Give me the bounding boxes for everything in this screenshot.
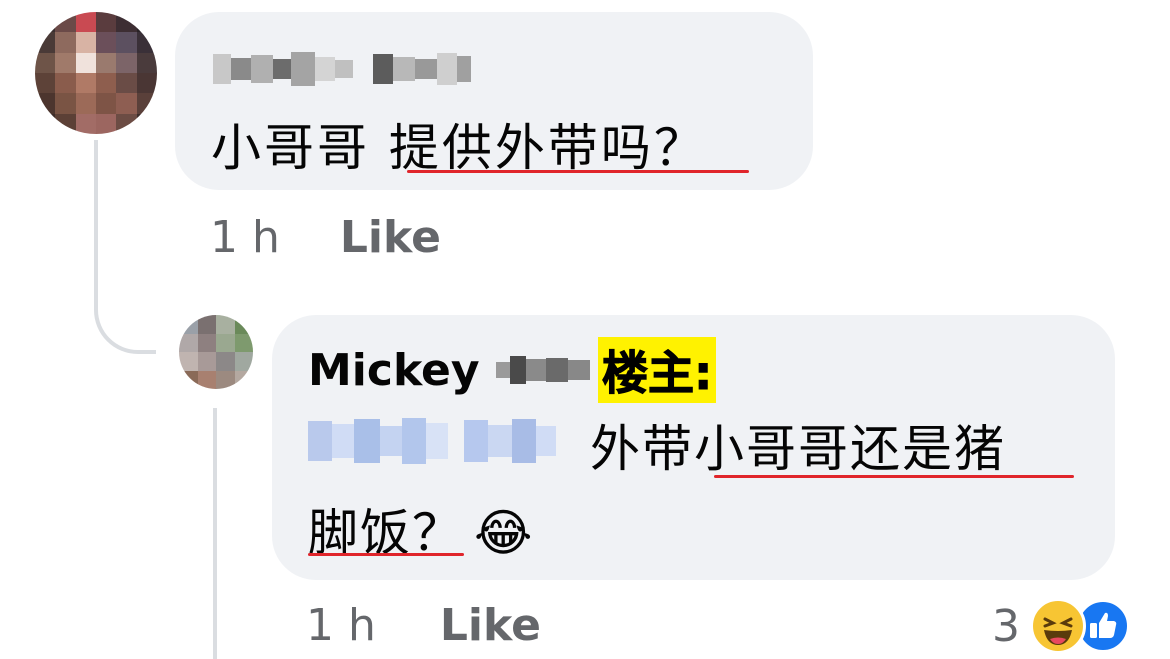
laughing-reaction-icon	[1030, 598, 1086, 654]
replier-lastname-blurred[interactable]	[496, 355, 590, 385]
comment-time[interactable]: 1 h	[210, 212, 280, 263]
tears-of-joy-emoji: 😂	[474, 504, 535, 562]
reaction-count: 3	[992, 600, 1020, 652]
comment-like-button[interactable]: Like	[340, 212, 441, 263]
reply-bubble: Mickey 楼主: 外带小哥哥还是猪 脚饭？ 😂	[272, 315, 1115, 580]
replier-name[interactable]: Mickey	[308, 345, 480, 396]
reply-text-line1: 外带小哥哥还是猪	[590, 420, 1006, 478]
reply-reactions[interactable]: 3	[992, 598, 1130, 654]
reply-highlight-underline-2	[308, 553, 464, 556]
reply-meta: 1 h Like	[306, 600, 541, 651]
comment-highlight-underline	[407, 170, 749, 173]
thread-connector	[94, 140, 156, 354]
replier-avatar[interactable]	[179, 315, 253, 389]
comment-meta: 1 h Like	[210, 212, 441, 263]
reply-like-button[interactable]: Like	[440, 600, 541, 651]
reply-thread-line	[213, 408, 217, 659]
commenter-name-blurred[interactable]	[213, 50, 471, 88]
commenter-avatar[interactable]	[35, 12, 157, 134]
comment-bubble: 小哥哥 提供外带吗？	[175, 12, 813, 190]
op-annotation: 楼主:	[598, 337, 717, 403]
reply-time[interactable]: 1 h	[306, 600, 376, 651]
mention-blurred[interactable]	[308, 415, 556, 467]
reply-highlight-underline-1	[714, 475, 1074, 478]
